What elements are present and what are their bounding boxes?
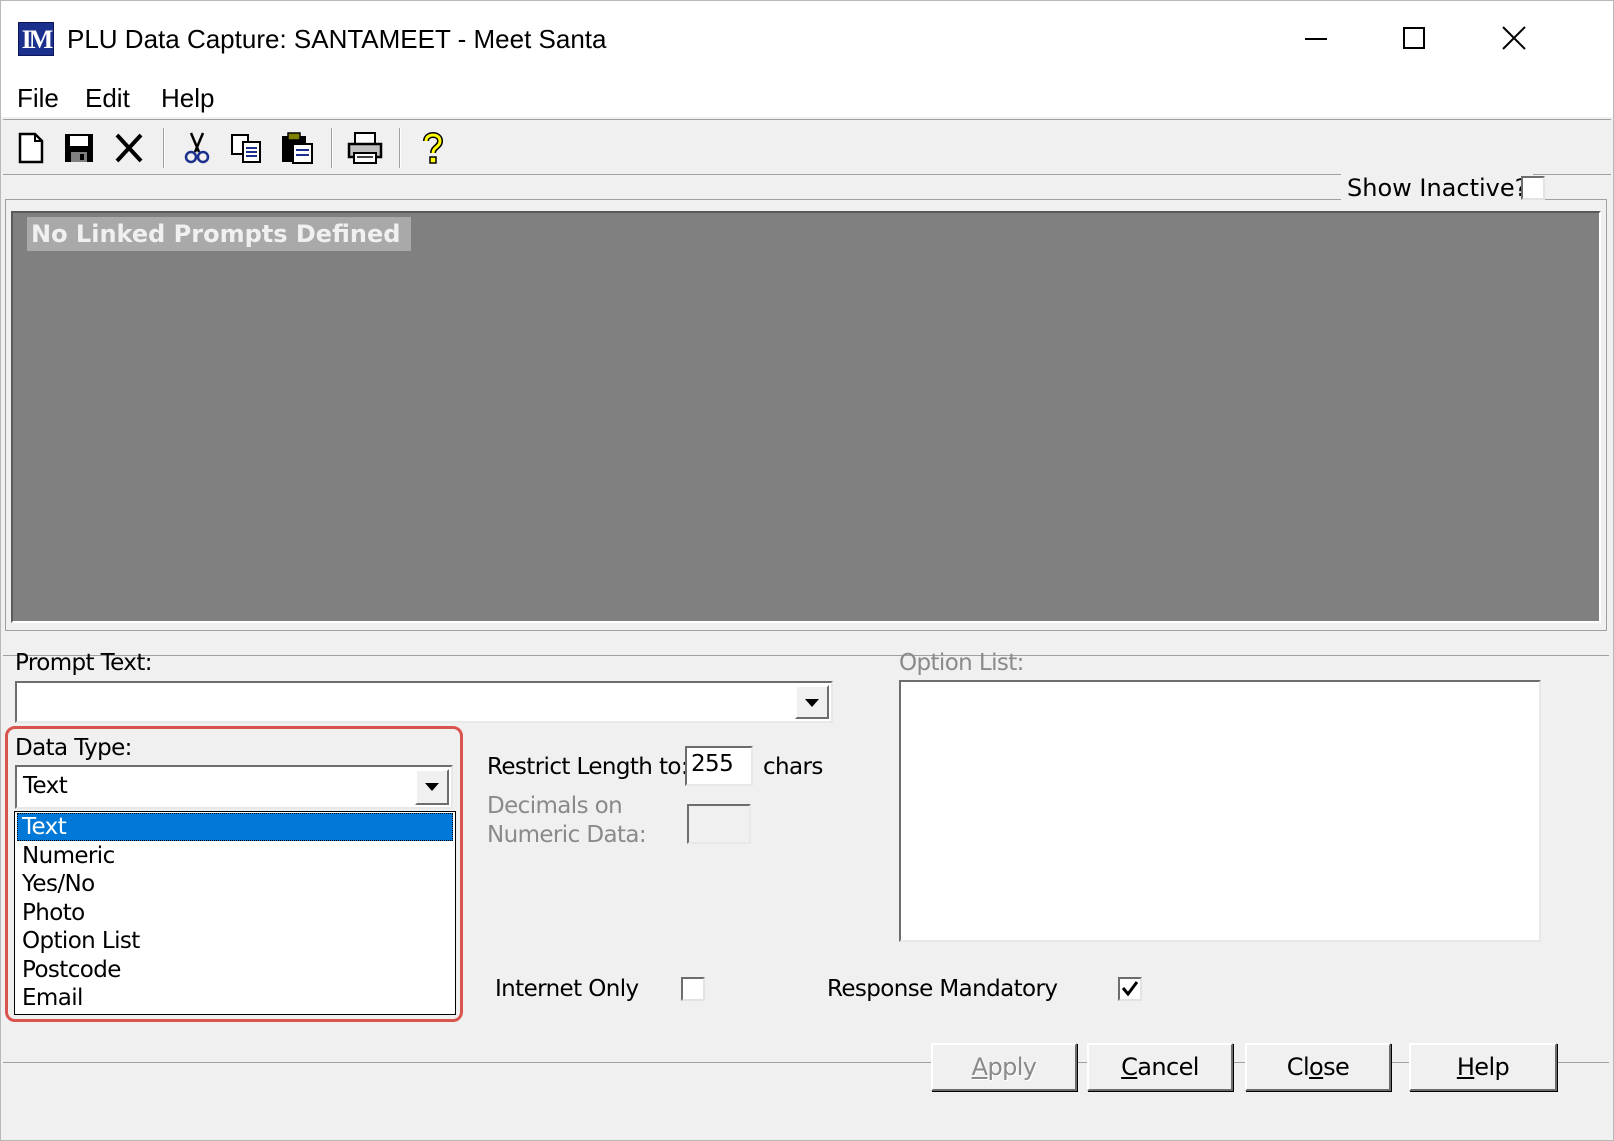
data-type-dropdown-button[interactable] bbox=[415, 769, 449, 805]
help-button[interactable]: Help bbox=[1409, 1043, 1557, 1091]
decimals-label-line1: Decimals on bbox=[487, 793, 623, 819]
response-mandatory-checkbox[interactable] bbox=[1118, 977, 1142, 1001]
dropdown-option-email[interactable]: Email bbox=[17, 984, 453, 1012]
menu-file[interactable]: File bbox=[17, 81, 59, 115]
save-button[interactable] bbox=[61, 130, 97, 166]
close-label-prefix: Cl bbox=[1286, 1053, 1310, 1081]
apply-label-rest: pply bbox=[987, 1053, 1037, 1081]
decimals-input[interactable] bbox=[687, 804, 751, 844]
prompt-text-dropdown-button[interactable] bbox=[795, 685, 829, 719]
restrict-length-input[interactable]: 255 bbox=[685, 746, 753, 786]
maximize-button[interactable] bbox=[1383, 17, 1445, 59]
data-type-value: Text bbox=[23, 773, 68, 799]
cancel-mnemonic: C bbox=[1121, 1053, 1138, 1081]
plu-data-capture-window: IM PLU Data Capture: SANTAMEET - Meet Sa… bbox=[0, 0, 1614, 1141]
dropdown-option-postcode[interactable]: Postcode bbox=[17, 956, 453, 984]
help-label-rest: elp bbox=[1474, 1053, 1510, 1081]
apply-mnemonic: A bbox=[971, 1053, 988, 1081]
menu-bar: File Edit Help bbox=[1, 77, 1613, 117]
option-list-label: Option List: bbox=[899, 650, 1024, 676]
close-icon bbox=[1502, 26, 1526, 50]
toolbar bbox=[3, 119, 1611, 175]
help-toolbar-button[interactable] bbox=[415, 130, 451, 166]
title-bar: IM PLU Data Capture: SANTAMEET - Meet Sa… bbox=[1, 1, 1613, 77]
minimize-button[interactable] bbox=[1285, 17, 1347, 59]
show-inactive-label: Show Inactive? bbox=[1341, 174, 1534, 202]
dropdown-option-yes-no[interactable]: Yes/No bbox=[17, 870, 453, 898]
paste-icon bbox=[282, 132, 313, 164]
option-list-box[interactable] bbox=[899, 680, 1541, 942]
save-icon bbox=[65, 134, 93, 162]
delete-button[interactable] bbox=[111, 130, 147, 166]
prompt-text-label: Prompt Text: bbox=[15, 650, 152, 676]
new-document-icon bbox=[18, 132, 44, 164]
toolbar-separator bbox=[331, 128, 333, 168]
cancel-button[interactable]: Cancel bbox=[1087, 1043, 1233, 1091]
prompt-text-combobox[interactable] bbox=[15, 681, 833, 723]
data-type-dropdown-list: Text Numeric Yes/No Photo Option List Po… bbox=[14, 811, 456, 1015]
app-icon: IM bbox=[18, 22, 54, 56]
toolbar-separator bbox=[399, 128, 401, 168]
menu-help[interactable]: Help bbox=[161, 81, 214, 115]
menu-edit[interactable]: Edit bbox=[85, 81, 130, 115]
toolbar-separator bbox=[163, 128, 165, 168]
close-window-button[interactable] bbox=[1483, 17, 1545, 59]
response-mandatory-label: Response Mandatory bbox=[827, 976, 1058, 1002]
data-type-label: Data Type: bbox=[15, 735, 132, 761]
restrict-length-label: Restrict Length to: bbox=[487, 754, 689, 780]
copy-button[interactable] bbox=[229, 130, 265, 166]
help-icon bbox=[423, 132, 444, 164]
data-type-select[interactable]: Text bbox=[15, 765, 453, 809]
dropdown-option-photo[interactable]: Photo bbox=[17, 899, 453, 927]
decimals-label-line2: Numeric Data: bbox=[487, 822, 647, 848]
apply-button[interactable]: Apply bbox=[931, 1043, 1077, 1091]
dropdown-option-option-list[interactable]: Option List bbox=[17, 927, 453, 955]
internet-only-checkbox[interactable] bbox=[681, 977, 705, 1001]
close-label-rest: se bbox=[1323, 1053, 1350, 1081]
chars-label: chars bbox=[763, 754, 823, 780]
delete-icon bbox=[115, 133, 143, 163]
close-mnemonic: o bbox=[1309, 1053, 1324, 1081]
checkmark-icon bbox=[1121, 981, 1139, 997]
dropdown-option-numeric[interactable]: Numeric bbox=[17, 842, 453, 870]
print-button[interactable] bbox=[347, 130, 383, 166]
maximize-icon bbox=[1403, 27, 1425, 49]
paste-button[interactable] bbox=[279, 130, 315, 166]
close-button[interactable]: Close bbox=[1245, 1043, 1391, 1091]
print-icon bbox=[347, 132, 383, 164]
cut-button[interactable] bbox=[179, 130, 215, 166]
linked-prompts-list[interactable]: No Linked Prompts Defined bbox=[11, 211, 1601, 623]
window-title: PLU Data Capture: SANTAMEET - Meet Santa bbox=[67, 24, 607, 54]
no-prompts-message: No Linked Prompts Defined bbox=[27, 217, 411, 251]
dropdown-option-text[interactable]: Text bbox=[17, 813, 453, 841]
restrict-length-value: 255 bbox=[691, 751, 734, 777]
cut-icon bbox=[184, 132, 210, 164]
new-button[interactable] bbox=[13, 130, 49, 166]
help-mnemonic: H bbox=[1456, 1053, 1475, 1081]
copy-icon bbox=[231, 134, 261, 163]
cancel-label-rest: ancel bbox=[1137, 1053, 1199, 1081]
show-inactive-checkbox[interactable] bbox=[1521, 176, 1545, 200]
internet-only-label: Internet Only bbox=[495, 976, 639, 1002]
minimize-icon bbox=[1305, 38, 1327, 40]
